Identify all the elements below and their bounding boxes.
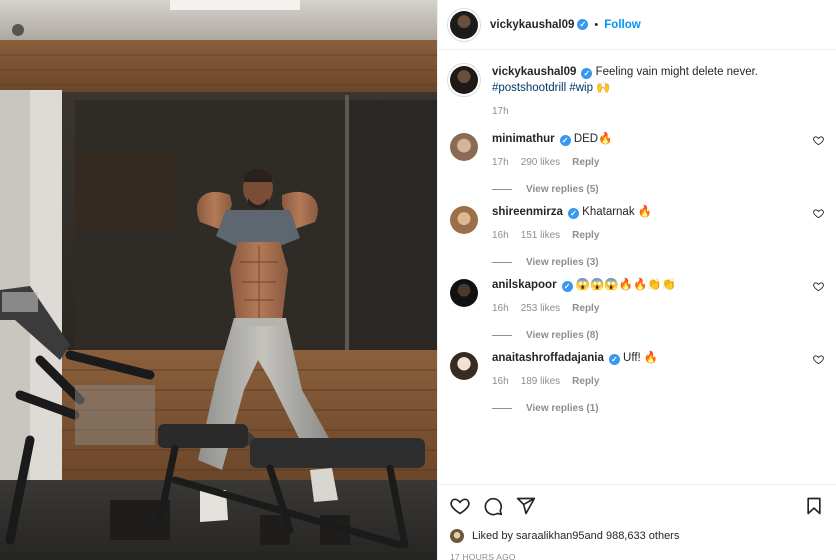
replies-divider [492,408,512,409]
comments-list[interactable]: vickykaushal09 ✓ Feeling vain might delet… [438,50,836,470]
verified-badge-icon: ✓ [559,135,571,146]
verified-badge-icon: ✓ [581,68,593,79]
hashtag-link[interactable]: #postshootdrill [492,82,566,94]
caption-avatar[interactable] [450,66,478,94]
comment-text: DED🔥 [573,133,613,145]
view-replies-button[interactable]: View replies (8) [492,330,824,341]
comment-likes[interactable]: 151 likes [521,230,560,241]
comment-time: 17h [492,157,509,168]
heart-icon[interactable] [450,496,470,516]
commenter-username[interactable]: minimathur [492,133,555,145]
commenter-username[interactable]: anilskapoor [492,279,557,291]
bookmark-icon[interactable] [804,496,824,516]
action-bar [450,493,824,519]
comment-likes[interactable]: 290 likes [521,157,560,168]
caption-time: 17h [492,106,509,117]
likes-prefix: Liked by [472,530,513,542]
view-replies-label: View replies (5) [526,184,599,195]
caption-body: Feeling vain might delete never. [595,66,758,78]
comment-item: anilskapoor ✓ 😱😱😱🔥🔥👏👏 16h 253 likes Reply… [450,277,824,341]
heart-icon[interactable] [813,281,824,292]
commenter-username[interactable]: anaitashroffadajania [492,352,604,364]
heart-icon[interactable] [813,135,824,146]
comment-likes[interactable]: 189 likes [521,376,560,387]
heart-icon[interactable] [813,208,824,219]
comment-time: 16h [492,303,509,314]
view-replies-label: View replies (3) [526,257,599,268]
comment-item: anaitashroffadajania ✓ Uff! 🔥 16h 189 lik… [450,350,824,414]
verified-badge-icon: ✓ [567,208,579,219]
view-replies-label: View replies (1) [526,403,599,414]
commenter-avatar[interactable] [450,352,478,380]
author-avatar[interactable] [450,10,478,39]
gym-mirror-photo [0,0,437,560]
verified-badge-icon: ✓ [561,281,573,292]
follow-button[interactable]: Follow [604,19,640,31]
post-side-panel: vickykaushal09 ✓ • Follow vickykaushal09… [437,0,836,560]
comment-text: 😱😱😱🔥🔥👏👏 [575,279,676,291]
likes-suffix[interactable]: and 988,633 others [585,530,680,542]
view-replies-button[interactable]: View replies (5) [492,184,824,195]
commenter-avatar[interactable] [450,133,478,161]
reply-button[interactable]: Reply [572,376,599,387]
caption-text: vickykaushal09 ✓ Feeling vain might delet… [492,64,824,96]
commenter-username[interactable]: shireenmirza [492,206,563,218]
caption-meta: 17h [492,106,824,117]
commenter-avatar[interactable] [450,206,478,234]
post-photo [0,0,437,560]
comment-text: Khatarnak 🔥 [582,206,653,218]
comment-icon[interactable] [483,496,503,516]
post-caption: vickykaushal09 ✓ Feeling vain might delet… [450,64,824,117]
view-replies-button[interactable]: View replies (1) [492,403,824,414]
post-header: vickykaushal09 ✓ • Follow [438,0,836,50]
view-replies-button[interactable]: View replies (3) [492,257,824,268]
heart-icon[interactable] [813,354,824,365]
author-info: vickykaushal09 ✓ • Follow [490,19,641,31]
liker-avatar [450,529,464,543]
replies-divider [492,262,512,263]
reply-button[interactable]: Reply [572,230,599,241]
author-username[interactable]: vickykaushal09 [490,19,574,31]
separator-dot: • [594,18,599,31]
replies-divider [492,189,512,190]
comment-time: 16h [492,376,509,387]
replies-divider [492,335,512,336]
view-replies-label: View replies (8) [526,330,599,341]
post-timestamp: 17 HOURS AGO [450,552,516,560]
comment-time: 16h [492,230,509,241]
caption-username[interactable]: vickykaushal09 [492,66,576,78]
reply-button[interactable]: Reply [572,157,599,168]
comment-likes[interactable]: 253 likes [521,303,560,314]
verified-badge-icon: ✓ [608,354,620,365]
comment-item: minimathur ✓ DED🔥 17h 290 likes Reply Vie… [450,131,824,195]
comment-item: shireenmirza ✓ Khatarnak 🔥 16h 151 likes … [450,204,824,268]
caption-emoji: 🙌 [596,82,611,94]
post-footer: Liked by saraalikhan95 and 988,633 other… [438,484,836,560]
comment-text: Uff! 🔥 [623,352,659,364]
verified-badge-icon: ✓ [577,19,589,30]
liked-by-user[interactable]: saraalikhan95 [516,530,585,542]
hashtag-link[interactable]: #wip [569,82,593,94]
commenter-avatar[interactable] [450,279,478,307]
share-icon[interactable] [516,496,536,516]
reply-button[interactable]: Reply [572,303,599,314]
likes-summary[interactable]: Liked by saraalikhan95 and 988,633 other… [450,529,824,543]
